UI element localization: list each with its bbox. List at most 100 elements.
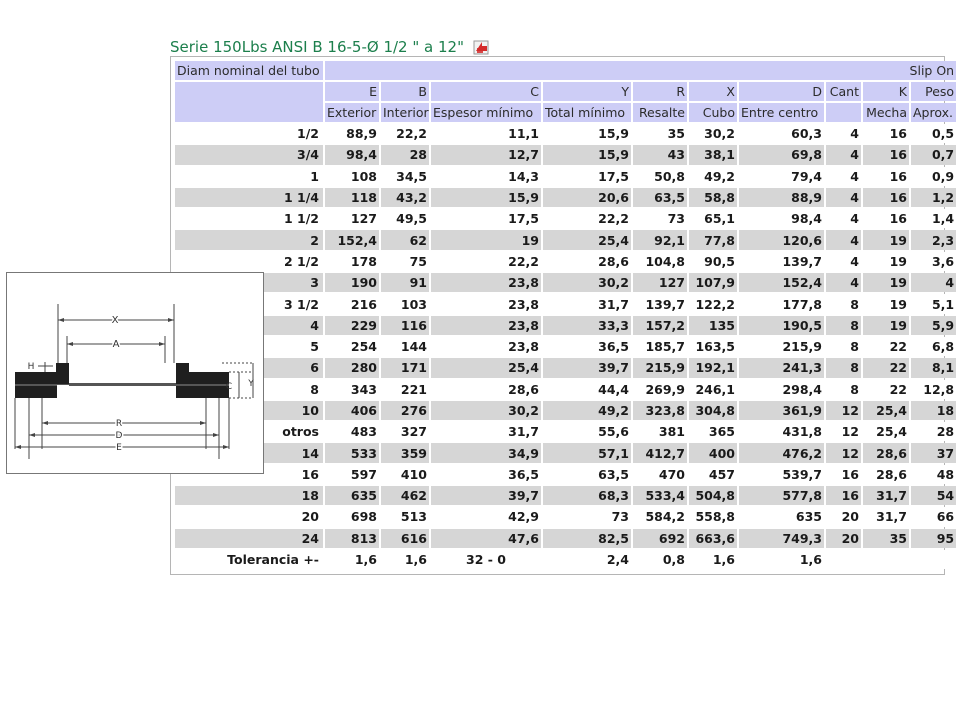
table-cell: 215,9	[633, 358, 687, 378]
table-cell: 616	[381, 528, 429, 548]
label-x: X	[112, 315, 119, 326]
table-cell: 90,5	[689, 251, 737, 272]
table-cell: 241,3	[739, 358, 824, 378]
table-cell: 5,9	[911, 315, 957, 335]
table-cell: 19	[431, 230, 541, 250]
tolerance-cell	[826, 549, 861, 570]
header-letter-0: E	[325, 82, 379, 101]
table-cell: 31,7	[863, 486, 909, 506]
table-cell: 4	[826, 145, 861, 165]
table-cell: 28	[381, 145, 429, 165]
header-letter-1: B	[381, 82, 429, 101]
table-cell: 58,8	[689, 187, 737, 208]
table-cell: 23,8	[431, 336, 541, 357]
table-row: 24 813 616 47,6 82,5 692 663,6 749,3 20 35 95	[175, 528, 957, 548]
table-cell: 28,6	[543, 251, 631, 272]
table-cell: 139,7	[633, 294, 687, 314]
header-name-4: Resalte	[633, 103, 687, 122]
table-cell: 47,6	[431, 528, 541, 548]
table-cell: 163,5	[689, 336, 737, 357]
table-cell: 16	[863, 209, 909, 229]
table-cell: 4	[826, 251, 861, 272]
table-row: otros 483 327 31,7 55,6 381 365 431,8 12 25,4 28	[175, 422, 957, 442]
table-cell: 103	[381, 294, 429, 314]
tolerance-cell	[863, 549, 909, 570]
header-letter-9: Peso	[911, 82, 957, 101]
table-row: 4 229 116 23,8 33,3 157,2 135 190,5 8 19 5,9	[175, 315, 957, 335]
table-cell: 28,6	[431, 379, 541, 399]
red-arrow-icon[interactable]	[473, 39, 489, 55]
table-cell: 60,3	[739, 124, 824, 144]
table-cell: 457	[689, 464, 737, 485]
table-cell: 304,8	[689, 400, 737, 421]
table-cell: 16	[863, 166, 909, 186]
header-letter-3: Y	[543, 82, 631, 101]
table-row: 3 1/2 216 103 23,8 31,7 139,7 122,2 177,8 8 19 5,1	[175, 294, 957, 314]
table-cell: 28,6	[863, 464, 909, 485]
table-row: 1 1/4 118 43,2 15,9 20,6 63,5 58,8 88,9 4 16 1,2	[175, 187, 957, 208]
table-cell: 28,6	[863, 443, 909, 463]
table-cell: 30,2	[431, 400, 541, 421]
table-cell: 120,6	[739, 230, 824, 250]
table-cell: 4	[826, 166, 861, 186]
table-cell: 108	[325, 166, 379, 186]
table-cell: 692	[633, 528, 687, 548]
table-cell: 104,8	[633, 251, 687, 272]
table-cell: 34,9	[431, 443, 541, 463]
table-cell: 4	[826, 187, 861, 208]
table-cell: 513	[381, 507, 429, 527]
table-cell: 25,4	[431, 358, 541, 378]
table-cell: 215,9	[739, 336, 824, 357]
table-cell: 400	[689, 443, 737, 463]
table-cell: 31,7	[543, 294, 631, 314]
cell-nominal-diameter: 24	[175, 528, 323, 548]
table-cell: 8	[826, 336, 861, 357]
cell-nominal-diameter: 1 1/4	[175, 187, 323, 208]
label-e: E	[116, 443, 122, 453]
table-cell: 12	[826, 400, 861, 421]
table-cell: 20	[826, 507, 861, 527]
table-cell: 25,4	[543, 230, 631, 250]
table-cell: 431,8	[739, 422, 824, 442]
table-cell: 49,2	[689, 166, 737, 186]
flange-spec-table: Diam nominal del tubo Slip On E B C Y R X D Can…	[173, 59, 958, 571]
page-title: Serie 150Lbs ANSI B 16-5-Ø 1/2 " a 12"	[170, 38, 464, 56]
table-cell: 37	[911, 443, 957, 463]
table-cell: 49,2	[543, 400, 631, 421]
table-cell: 43	[633, 145, 687, 165]
table-cell: 19	[863, 230, 909, 250]
table-cell: 98,4	[739, 209, 824, 229]
table-cell: 171	[381, 358, 429, 378]
table-cell: 77,8	[689, 230, 737, 250]
table-cell: 28	[911, 422, 957, 442]
table-cell: 25,4	[863, 422, 909, 442]
header-letter-2: C	[431, 82, 541, 101]
table-row: 2 152,4 62 19 25,4 92,1 77,8 120,6 4 19 2,3	[175, 230, 957, 250]
table-row: 5 254 144 23,8 36,5 185,7 163,5 215,9 8 22 6,8	[175, 336, 957, 357]
table-cell: 2,3	[911, 230, 957, 250]
table-cell: 533	[325, 443, 379, 463]
table-row: 16 597 410 36,5 63,5 470 457 539,7 16 28,6 48	[175, 464, 957, 485]
table-cell: 11,1	[431, 124, 541, 144]
table-cell: 15,9	[543, 145, 631, 165]
table-cell: 44,4	[543, 379, 631, 399]
table-cell: 82,5	[543, 528, 631, 548]
header-letter-6: D	[739, 82, 824, 101]
table-cell: 22,2	[381, 124, 429, 144]
table-cell: 19	[863, 315, 909, 335]
header-name-9: Aprox.	[911, 103, 957, 122]
cell-nominal-diameter: 18	[175, 486, 323, 506]
table-cell: 88,9	[325, 124, 379, 144]
table-cell: 178	[325, 251, 379, 272]
table-cell: 20	[826, 528, 861, 548]
table-cell: 462	[381, 486, 429, 506]
table-cell: 276	[381, 400, 429, 421]
table-cell: 98,4	[325, 145, 379, 165]
tolerance-cell: 1,6	[689, 549, 737, 570]
table-cell: 16	[863, 187, 909, 208]
table-cell: 17,5	[543, 166, 631, 186]
table-cell: 17,5	[431, 209, 541, 229]
table-cell: 79,4	[739, 166, 824, 186]
table-cell: 663,6	[689, 528, 737, 548]
tolerance-cell: 0,8	[633, 549, 687, 570]
